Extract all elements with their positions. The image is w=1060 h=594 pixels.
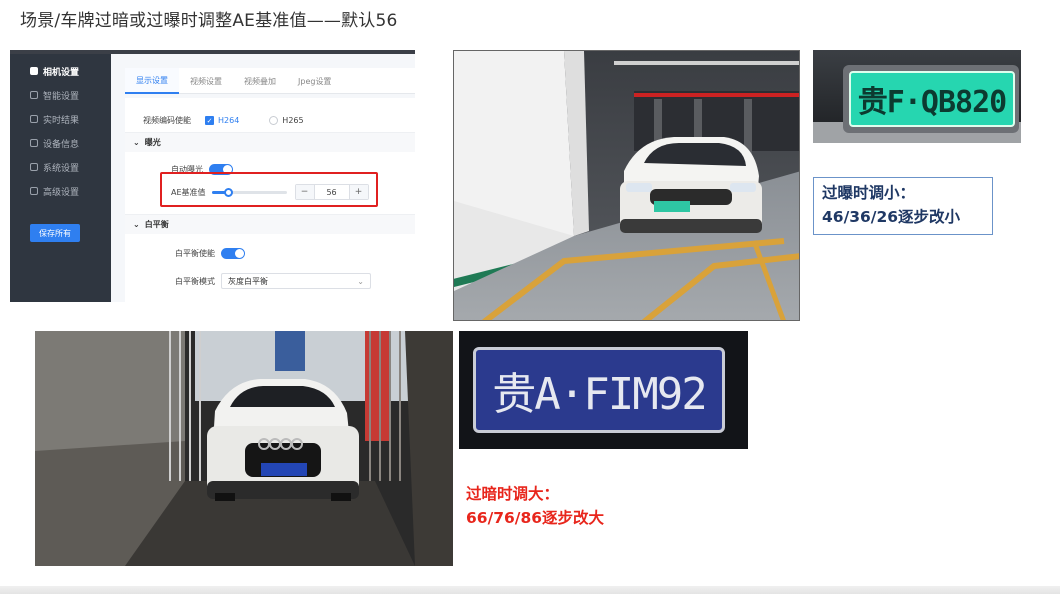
info-icon xyxy=(30,139,38,147)
underexposed-callout: 过暗时调大： 66/76/86逐步改大 xyxy=(466,482,604,530)
dark-plate-text: 贵A·FIM92 xyxy=(473,347,725,433)
bright-plate-text: 贵F·QB820 xyxy=(849,71,1015,127)
ae-highlight-box xyxy=(160,172,378,207)
exposure-section-header[interactable]: ⌄ 曝光 xyxy=(125,132,415,152)
sidebar-item-system-settings[interactable]: 系统设置 xyxy=(10,156,111,178)
underexposed-plate-closeup: 贵A·FIM92 xyxy=(459,331,748,449)
tab-video-overlay[interactable]: 视频叠加 xyxy=(233,68,287,94)
sidebar-item-device-info[interactable]: 设备信息 xyxy=(10,132,111,154)
save-all-button[interactable]: 保存所有 xyxy=(30,224,80,242)
sidebar-item-label: 智能设置 xyxy=(43,91,80,102)
wb-enable-row: 白平衡使能 xyxy=(175,248,245,259)
underexposed-alley-photo xyxy=(35,331,453,566)
chevron-down-icon: ⌄ xyxy=(133,220,140,229)
chevron-down-icon: ⌄ xyxy=(133,138,140,147)
tab-jpeg-settings[interactable]: Jpeg设置 xyxy=(287,68,342,94)
sidebar-item-label: 设备信息 xyxy=(43,139,80,150)
chevron-down-icon: ⌄ xyxy=(357,276,364,286)
h264-label: H264 xyxy=(218,116,240,125)
h264-checkbox[interactable]: ✓ xyxy=(205,116,214,125)
slide-title: 场景/车牌过暗或过曝时调整AE基准值——默认56 xyxy=(20,11,398,31)
overexposed-callout: 过曝时调小： 46/36/26逐步改小 xyxy=(813,177,993,235)
encode-label: 视频编码使能 xyxy=(143,116,191,125)
wb-enable-label: 白平衡使能 xyxy=(175,249,215,258)
tab-bar: 显示设置 视频设置 视频叠加 Jpeg设置 xyxy=(125,68,415,94)
slide-footer-divider xyxy=(0,586,1060,594)
sidebar-item-label: 实时结果 xyxy=(43,115,80,126)
h265-label: H265 xyxy=(282,116,304,125)
wb-mode-label: 白平衡模式 xyxy=(175,276,215,286)
list-icon xyxy=(30,115,38,123)
wb-mode-row: 白平衡模式 灰度白平衡 ⌄ xyxy=(175,273,371,289)
white-balance-section-title: 白平衡 xyxy=(144,220,169,229)
sidebar-item-label: 高级设置 xyxy=(43,187,80,198)
sidebar-item-advanced-settings[interactable]: 高级设置 xyxy=(10,180,111,202)
tab-display-settings[interactable]: 显示设置 xyxy=(125,68,179,94)
h265-radio[interactable] xyxy=(269,116,279,125)
gear-icon xyxy=(30,163,38,171)
grid-icon xyxy=(30,91,38,99)
wb-mode-select[interactable]: 灰度白平衡 ⌄ xyxy=(221,273,371,289)
sidebar: 相机设置 智能设置 实时结果 设备信息 系统设置 高级设置 保存所有 xyxy=(10,54,111,302)
encode-row: 视频编码使能 ✓ H264 H265 xyxy=(143,115,304,126)
underexposed-callout-line2: 66/76/86逐步改大 xyxy=(466,509,605,527)
overexposed-callout-line1: 过曝时调小： xyxy=(822,184,916,202)
garage-scene xyxy=(454,51,799,320)
sidebar-item-camera-settings[interactable]: 相机设置 xyxy=(10,60,111,82)
camera-icon xyxy=(30,67,38,75)
overexposed-callout-line2: 46/36/26逐步改小 xyxy=(822,208,961,226)
exposure-section-title: 曝光 xyxy=(144,138,161,147)
settings-icon xyxy=(30,187,38,195)
alley-scene xyxy=(35,331,453,566)
wb-enable-toggle[interactable] xyxy=(221,248,245,259)
overexposed-plate-closeup: 贵F·QB820 xyxy=(813,50,1021,143)
overexposed-garage-photo xyxy=(453,50,800,321)
sidebar-item-smart-settings[interactable]: 智能设置 xyxy=(10,84,111,106)
tab-video-settings[interactable]: 视频设置 xyxy=(179,68,233,94)
sidebar-item-label: 系统设置 xyxy=(43,163,80,174)
sidebar-item-live-results[interactable]: 实时结果 xyxy=(10,108,111,130)
underexposed-callout-line1: 过暗时调大： xyxy=(466,485,560,503)
white-balance-section-header[interactable]: ⌄ 白平衡 xyxy=(125,214,415,234)
wb-mode-value: 灰度白平衡 xyxy=(228,276,268,286)
sidebar-item-label: 相机设置 xyxy=(43,67,80,78)
